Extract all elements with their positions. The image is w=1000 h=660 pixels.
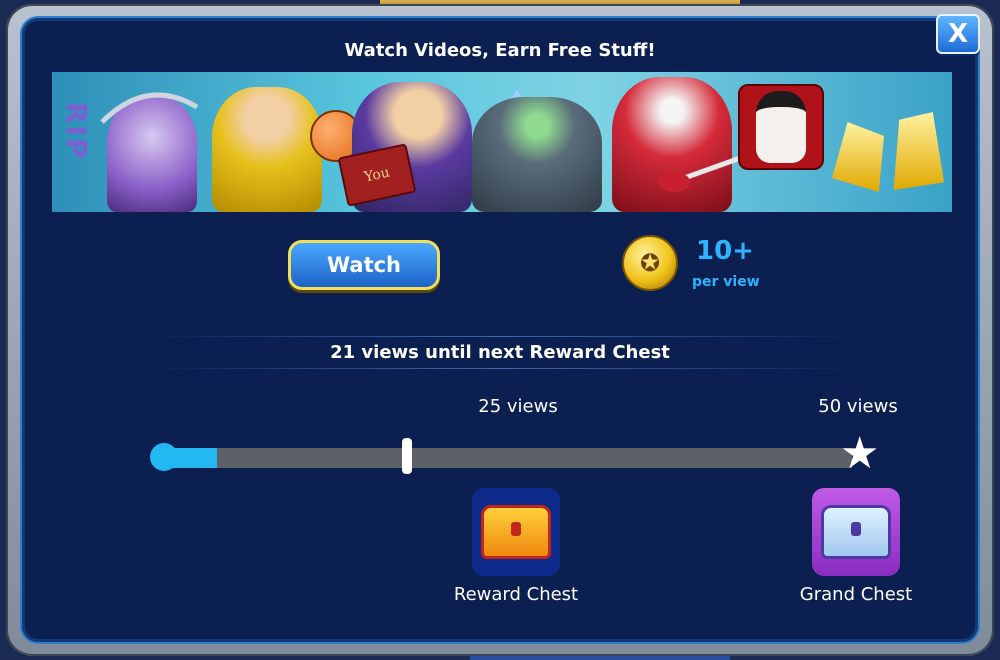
- reward-amount: 10+: [696, 236, 754, 266]
- tombstone-text: RIP: [60, 102, 93, 161]
- close-button[interactable]: X: [936, 14, 980, 54]
- progress-track: [162, 448, 852, 468]
- book-label: You: [362, 164, 392, 186]
- milestone-25-label: 25 views: [478, 396, 558, 417]
- reward-unit: per view: [692, 274, 760, 290]
- dialog-title: Watch Videos, Earn Free Stuff!: [344, 40, 656, 61]
- progress-fill: [162, 448, 218, 468]
- milestone-star-icon: ★: [840, 428, 880, 479]
- reward-chest-icon: [481, 505, 551, 559]
- dialog-frame: Watch Videos, Earn Free Stuff! RIP You W…: [6, 4, 994, 656]
- grand-chest-icon: [821, 505, 891, 559]
- views-until-chest-text: 21 views until next Reward Chest: [330, 342, 670, 363]
- milestone-25-marker: [401, 438, 412, 474]
- armored-character-icon: [472, 97, 602, 212]
- watch-button[interactable]: Watch: [288, 240, 440, 290]
- grand-chest-tile[interactable]: [812, 488, 900, 576]
- close-icon: X: [947, 19, 969, 49]
- gauntlet-left-icon: [832, 122, 884, 192]
- reward-chest-tile[interactable]: [472, 488, 560, 576]
- divider-top: [142, 336, 862, 337]
- reward-chest-label: Reward Chest: [453, 584, 579, 605]
- scythe-icon: [100, 92, 199, 124]
- dialog-panel: Watch Videos, Earn Free Stuff! RIP You W…: [20, 16, 980, 644]
- basketball-character-icon: [212, 87, 322, 212]
- promo-banner: RIP You: [52, 72, 952, 212]
- gauntlet-right-icon: [893, 112, 944, 190]
- avatar-card-icon: [738, 84, 824, 170]
- divider-bottom: [142, 368, 862, 369]
- milestone-50-label: 50 views: [818, 396, 898, 417]
- coin-icon: ✪: [622, 235, 678, 291]
- grand-chest-label: Grand Chest: [799, 584, 913, 605]
